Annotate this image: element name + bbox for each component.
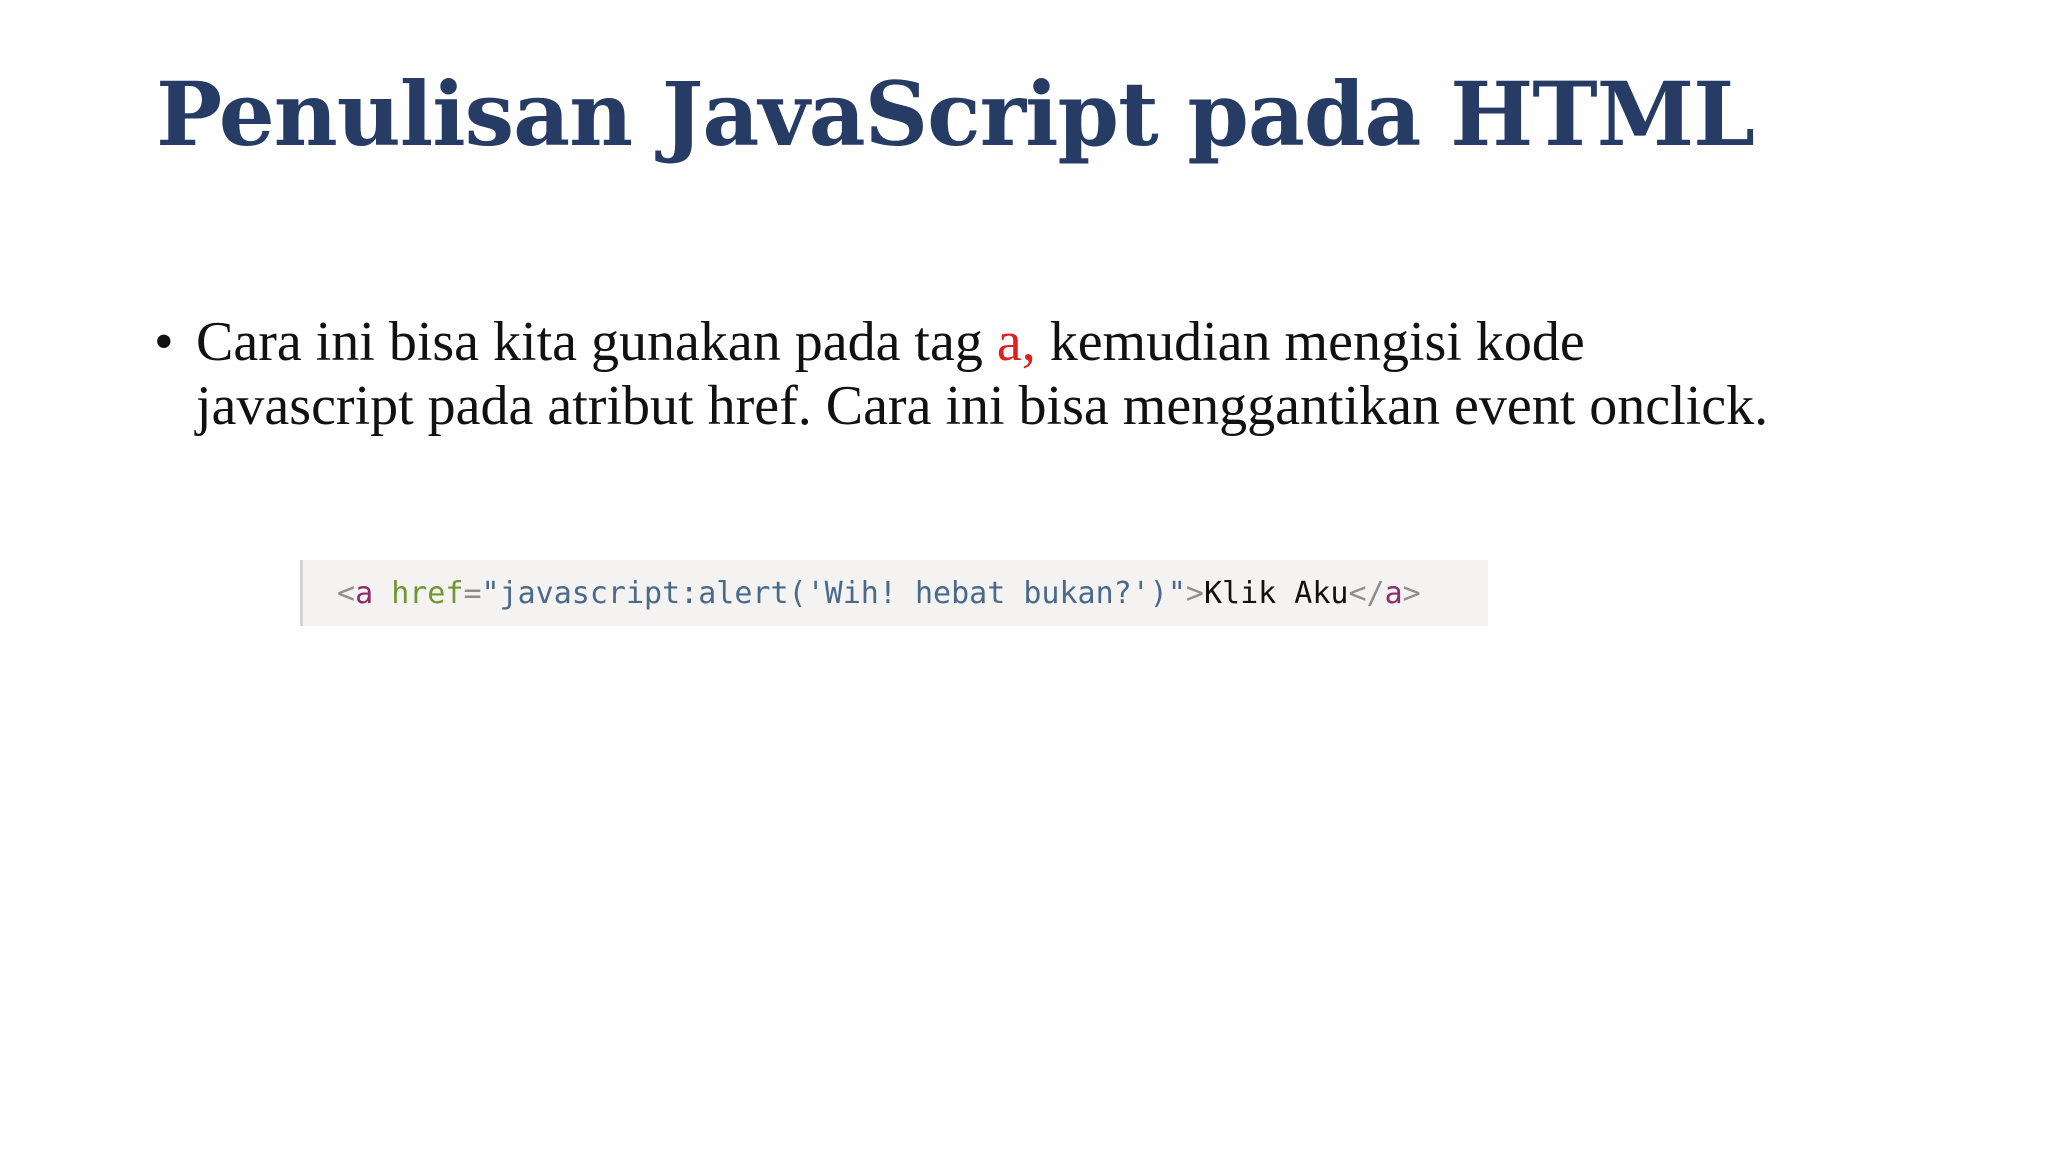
code-closing-open: </ — [1348, 575, 1385, 611]
slide-title: Penulisan JavaScript pada HTML — [156, 62, 1755, 166]
bullet-text-before: Cara ini bisa kita gunakan pada tag — [196, 311, 997, 373]
bullet-marker: • — [154, 311, 174, 373]
bullet-text: Cara ini bisa kita gunakan pada tag a, k… — [196, 310, 1796, 438]
code-tag-name: a — [355, 575, 374, 611]
code-open-bracket: < — [337, 575, 356, 611]
slide: Penulisan JavaScript pada HTML • Cara in… — [0, 0, 2048, 1152]
code-closing-tag: a — [1384, 575, 1403, 611]
code-attribute-name: href — [391, 575, 464, 611]
bullet-highlight: a, — [996, 311, 1036, 373]
code-snippet: < a href = "javascript:alert('Wih! hebat bu… — [300, 560, 1488, 626]
code-close-bracket: > — [1185, 575, 1204, 611]
code-attribute-value: "javascript:alert('Wih! hebat bukan?')" — [481, 575, 1186, 611]
bullet-item: • Cara ini bisa kita gunakan pada tag a,… — [154, 310, 1874, 438]
code-equals: = — [463, 575, 482, 611]
code-inner-text: Klik Aku — [1203, 575, 1349, 611]
code-closing-close: > — [1402, 575, 1421, 611]
